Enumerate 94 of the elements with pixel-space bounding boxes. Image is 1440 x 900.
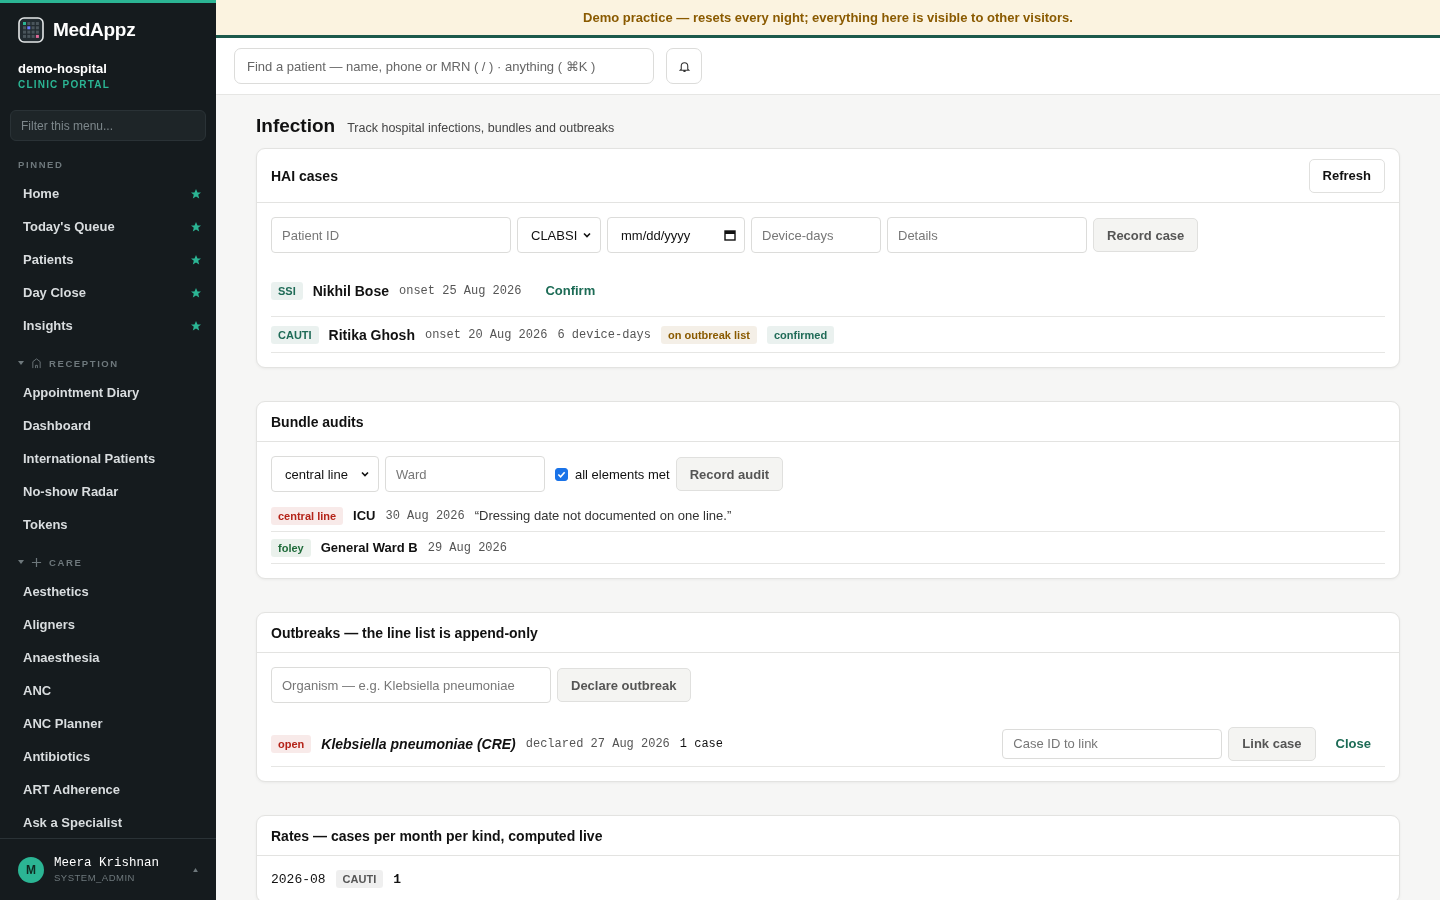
collapse-caret-icon[interactable] — [18, 559, 24, 565]
device-days-field[interactable]: Device-days — [751, 217, 881, 253]
bundle-select[interactable]: central line — [271, 456, 379, 492]
case-count: 1 case — [679, 736, 723, 751]
nav-item[interactable]: Patients — [10, 243, 206, 276]
brand-name: MedAppz — [53, 19, 136, 41]
check-icon — [557, 469, 566, 479]
nav-item[interactable]: Ask a Specialist — [10, 806, 206, 838]
status-tag: on outbreak list — [661, 325, 757, 344]
nav-item[interactable]: ART Adherence — [10, 773, 206, 806]
details-field[interactable]: Details — [887, 217, 1087, 253]
calendar-icon — [724, 229, 736, 241]
declared-date: declared 27 Aug 2026 — [525, 736, 670, 751]
refresh-button[interactable]: Refresh — [1308, 158, 1385, 193]
all-elements-checkbox[interactable]: all elements met — [555, 466, 670, 482]
page-subtitle: Track hospital infections, bundles and outbreaks — [347, 121, 615, 135]
nav-item[interactable]: ANC — [10, 674, 206, 707]
nav-item[interactable]: Appointment Diary — [10, 376, 206, 409]
ward-name: ICU — [353, 508, 376, 523]
notifications-button[interactable] — [666, 48, 702, 84]
nav-item[interactable]: Tokens — [10, 508, 206, 541]
patient-id-field[interactable]: Patient ID — [271, 217, 511, 253]
org-name: demo-hospital — [18, 61, 108, 76]
bundle-tag: central line — [271, 506, 344, 525]
plus-icon — [31, 556, 42, 568]
nav-item[interactable]: No-show Radar — [10, 475, 206, 508]
star-icon — [190, 220, 202, 233]
case-id-field[interactable]: Case ID to link — [1002, 728, 1223, 759]
section-title: CARE — [49, 556, 83, 568]
card-title: Rates — cases per month per kind, computed live — [271, 827, 603, 844]
status-tag: confirmed — [766, 325, 835, 344]
kind-tag: CAUTI — [271, 325, 319, 344]
user-avatar[interactable]: M — [18, 856, 44, 883]
case-meta: onset 20 Aug 2026 — [424, 327, 548, 342]
nav-item[interactable]: Aesthetics — [10, 575, 206, 608]
expand-caret-icon[interactable] — [193, 867, 198, 872]
portal-label: CLINIC PORTAL — [18, 79, 112, 90]
patient-search-field[interactable]: Find a patient — name, phone or MRN ( / ) · anything ( ⌘K ) — [234, 48, 654, 84]
building-icon — [31, 357, 42, 369]
record-audit-button[interactable]: Record audit — [675, 457, 784, 491]
section-title: PINNED — [18, 158, 64, 170]
star-icon — [190, 187, 202, 200]
ward-name: General Ward B — [320, 540, 418, 555]
caret-icon — [582, 230, 592, 240]
nav-item[interactable]: ANC Planner — [10, 707, 206, 740]
case-count: 1 — [393, 871, 402, 887]
nav-item[interactable]: Anaesthesia — [10, 641, 206, 674]
case-meta: onset 25 Aug 2026 — [399, 283, 522, 298]
audit-date: 29 Aug 2026 — [427, 540, 507, 555]
caret-icon — [360, 469, 370, 479]
organism-field[interactable]: Organism — e.g. Klebsiella pneumoniae — [271, 667, 551, 703]
user-name: Meera Krishnan — [54, 856, 160, 870]
star-icon — [190, 319, 202, 332]
card-title: Bundle audits — [271, 413, 364, 430]
nav-item[interactable]: Antibiotics — [10, 740, 206, 773]
logo-icon — [18, 17, 44, 43]
bundle-tag: foley — [271, 538, 311, 557]
card-title: Outbreaks — the line list is append-only — [271, 624, 538, 641]
date-field[interactable]: mm/dd/yyyy — [607, 217, 745, 253]
card-title: HAI cases — [271, 167, 338, 184]
checkbox[interactable] — [555, 467, 568, 481]
user-role: SYSTEM_ADMIN — [54, 872, 136, 883]
month-label: 2026-08 — [271, 871, 326, 887]
kind-tag: CAUTI — [335, 870, 384, 888]
patient-name: Ritika Ghosh — [328, 326, 415, 343]
patient-name: Nikhil Bose — [312, 282, 389, 299]
star-icon — [190, 253, 202, 266]
kind-tag: SSI — [271, 281, 303, 300]
confirm-link[interactable]: Confirm — [545, 283, 596, 298]
organism-name: Klebsiella pneumoniae (CRE) — [321, 735, 516, 752]
section-title: RECEPTION — [49, 357, 119, 369]
page-title: Infection — [256, 115, 336, 137]
declare-outbreak-button[interactable]: Declare outbreak — [557, 668, 691, 702]
menu-filter-field[interactable]: Filter this menu... — [10, 110, 206, 141]
nav-item[interactable]: Aligners — [10, 608, 206, 641]
nav-item[interactable]: Home — [10, 177, 206, 210]
collapse-caret-icon[interactable] — [18, 360, 24, 366]
nav-item[interactable]: International Patients — [10, 442, 206, 475]
nav-item[interactable]: Today's Queue — [10, 210, 206, 243]
ward-field[interactable]: Ward — [385, 456, 545, 492]
close-link[interactable]: Close — [1335, 736, 1371, 751]
nav-item[interactable]: Dashboard — [10, 409, 206, 442]
kind-select[interactable]: CLABSI — [517, 217, 601, 253]
star-icon — [190, 286, 202, 299]
bell-icon — [677, 59, 691, 73]
audit-date: 30 Aug 2026 — [385, 508, 465, 523]
nav-item[interactable]: Day Close — [10, 276, 206, 309]
link-case-button[interactable]: Link case — [1228, 726, 1316, 761]
case-meta: 6 device-days — [557, 327, 651, 342]
record-case-button[interactable]: Record case — [1093, 218, 1199, 252]
status-tag: open — [271, 734, 312, 753]
demo-banner: Demo practice — resets every night; everything here is visible to other visitors. — [216, 0, 1440, 38]
nav-item[interactable]: Insights — [10, 309, 206, 342]
audit-note: “Dressing date not documented on one line.” — [474, 508, 732, 523]
